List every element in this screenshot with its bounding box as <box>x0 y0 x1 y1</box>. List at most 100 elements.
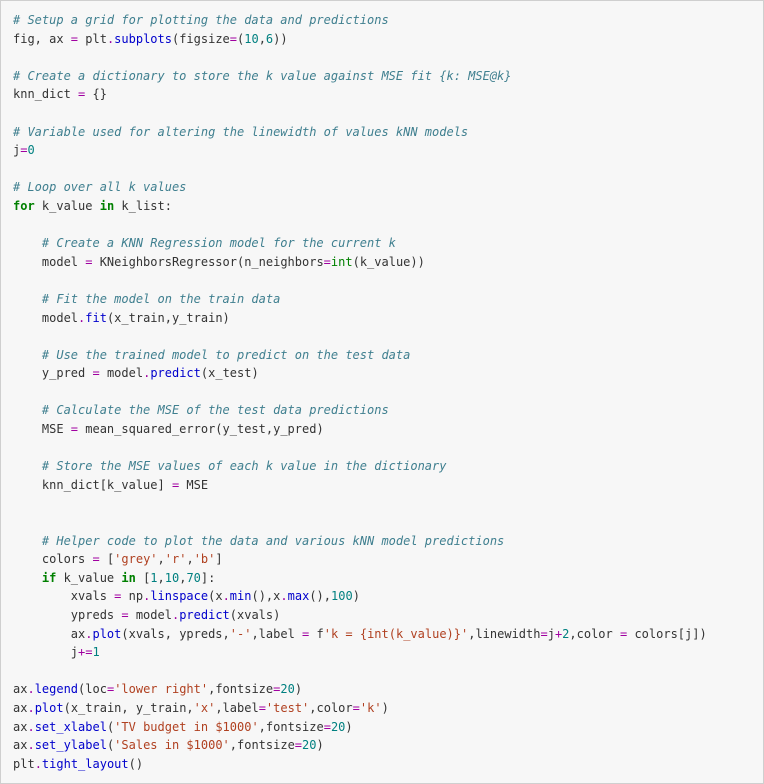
func: subplots <box>114 32 172 46</box>
code-text: ,fontsize <box>259 720 324 734</box>
code-text: ax <box>13 701 27 715</box>
builtin: int <box>331 255 353 269</box>
string: 'k' <box>360 701 382 715</box>
func: linspace <box>150 589 208 603</box>
comment: # Create a dictionary to store the k val… <box>13 69 512 83</box>
keyword: for <box>13 199 35 213</box>
code-text: (x_test) <box>201 366 259 380</box>
code-text: (x <box>208 589 222 603</box>
string: 'x' <box>194 701 216 715</box>
code-text: (x_train,y_train) <box>107 311 230 325</box>
code-text: ) <box>295 682 302 696</box>
operator: = <box>259 701 266 715</box>
code-text: ax <box>13 627 85 641</box>
dot: . <box>280 589 287 603</box>
string: 'k = {int(k_value)}' <box>324 627 469 641</box>
code-text: MSE <box>179 478 208 492</box>
code-text: (x_train, y_train, <box>64 701 194 715</box>
number: 20 <box>280 682 294 696</box>
operator: = <box>92 552 99 566</box>
code-text: , <box>158 571 165 585</box>
string: 'b' <box>194 552 216 566</box>
code-text: ,fontsize <box>208 682 273 696</box>
string: 'lower right' <box>114 682 208 696</box>
code-text: ,fontsize <box>230 738 295 752</box>
string: '-' <box>230 627 252 641</box>
operator: += <box>78 645 92 659</box>
comment: # Loop over all k values <box>13 180 186 194</box>
code-text: ax <box>13 720 27 734</box>
code-text: (figsize <box>172 32 230 46</box>
code-text: , <box>186 552 193 566</box>
code-text: ,label <box>251 627 302 641</box>
number: 20 <box>302 738 316 752</box>
code-text: colors <box>13 552 92 566</box>
code-text: KNeighborsRegressor(n_neighbors <box>92 255 323 269</box>
comment: # Store the MSE values of each k value i… <box>13 459 446 473</box>
dot: . <box>27 682 34 696</box>
code-text: ]: <box>201 571 215 585</box>
code-text: ypreds <box>13 608 121 622</box>
code-text: ax <box>13 682 27 696</box>
code-text: (k_value)) <box>353 255 425 269</box>
code-text: [ <box>100 552 114 566</box>
code-text: k_list: <box>114 199 172 213</box>
operator: = <box>540 627 547 641</box>
number: 70 <box>186 571 200 585</box>
number: 100 <box>331 589 353 603</box>
dot: . <box>223 589 230 603</box>
comment: # Calculate the MSE of the test data pre… <box>13 403 389 417</box>
code-text: ax <box>13 738 27 752</box>
code-text: (xvals, ypreds, <box>121 627 229 641</box>
code-text: plt <box>13 757 35 771</box>
func: legend <box>35 682 78 696</box>
code-text: knn_dict[k_value] <box>13 478 172 492</box>
code-text: ) <box>345 720 352 734</box>
number: 1 <box>92 645 99 659</box>
string: 'r' <box>165 552 187 566</box>
code-text: {} <box>85 87 107 101</box>
keyword: if <box>42 571 56 585</box>
code-text: )) <box>273 32 287 46</box>
code-text: , <box>158 552 165 566</box>
code-text: j <box>13 645 78 659</box>
code-text: ,color <box>309 701 352 715</box>
code-text: ,linewidth <box>468 627 540 641</box>
func: plot <box>92 627 121 641</box>
code-text: (loc <box>78 682 107 696</box>
code-text: y_pred <box>13 366 92 380</box>
code-text: model <box>129 608 172 622</box>
code-text: (xvals) <box>230 608 281 622</box>
comment: # Fit the model on the train data <box>13 292 280 306</box>
func: max <box>288 589 310 603</box>
operator: = <box>230 32 237 46</box>
code-text: , <box>259 32 266 46</box>
dot: . <box>35 757 42 771</box>
string: 'test' <box>266 701 309 715</box>
dot: . <box>27 720 34 734</box>
func: plot <box>35 701 64 715</box>
operator: = <box>92 366 99 380</box>
code-text <box>13 571 42 585</box>
code-text: () <box>129 757 143 771</box>
operator: = <box>121 608 128 622</box>
string: 'Sales in $1000' <box>114 738 230 752</box>
code-text: j <box>548 627 555 641</box>
dot: . <box>27 701 34 715</box>
code-text: [ <box>136 571 150 585</box>
comment: # Helper code to plot the data and vario… <box>13 534 504 548</box>
code-cell: # Setup a grid for plotting the data and… <box>0 0 764 784</box>
func: predict <box>150 366 201 380</box>
func: set_xlabel <box>35 720 107 734</box>
number: 10 <box>244 32 258 46</box>
code-text: ,label <box>215 701 258 715</box>
code-text: ) <box>316 738 323 752</box>
operator: = <box>71 422 78 436</box>
func: predict <box>179 608 230 622</box>
number: 1 <box>150 571 157 585</box>
comment: # Use the trained model to predict on th… <box>13 348 410 362</box>
code-text: plt <box>78 32 107 46</box>
code-text: MSE <box>13 422 71 436</box>
code-text: f <box>309 627 323 641</box>
code-text: model <box>13 311 78 325</box>
